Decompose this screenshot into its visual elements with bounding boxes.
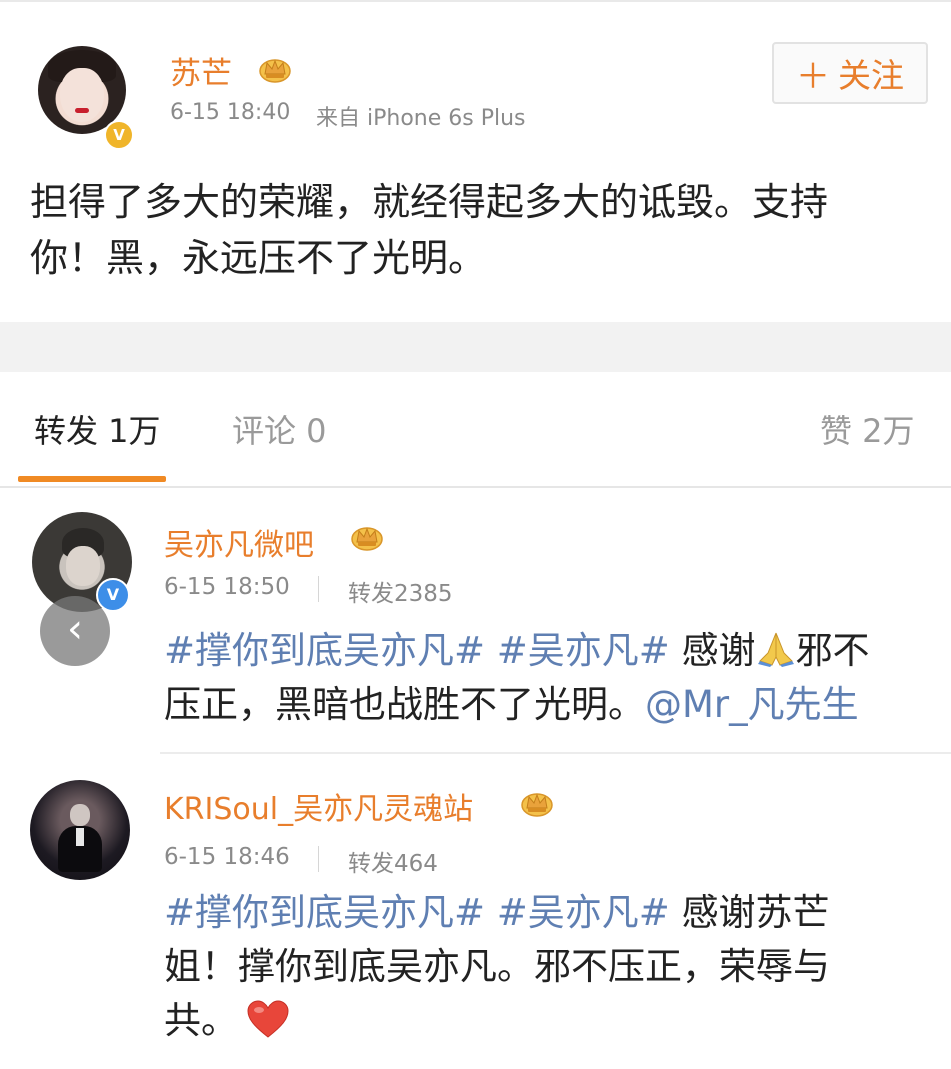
crown-badge-icon <box>351 527 383 551</box>
tab-reposts[interactable]: 转发 1万 <box>34 406 161 452</box>
repost-text: 感谢 <box>681 629 756 672</box>
active-tab-indicator <box>18 476 166 482</box>
post-body-line: 你！黑，永远压不了光明。 <box>30 236 487 280</box>
follow-button[interactable]: ＋ 关注 <box>772 42 928 104</box>
repost-body-line: #撑你到底吴亦凡# #吴亦凡# 感谢苏芒 <box>164 886 924 940</box>
repost-count: 转发464 <box>348 851 438 877</box>
meta-separator <box>318 576 319 602</box>
hashtag-link[interactable]: #吴亦凡# <box>497 891 670 934</box>
repost-count: 转发2385 <box>348 581 453 607</box>
repost-text: 共。 <box>164 999 238 1042</box>
repost-body-line: #撑你到底吴亦凡# #吴亦凡# 感谢 邪不 <box>164 624 924 678</box>
mention-link[interactable]: @Mr_凡先生 <box>645 683 859 726</box>
engagement-tabs: 转发 1万 评论 0 赞 2万 <box>0 372 951 488</box>
tab-comments[interactable]: 评论 0 <box>232 406 327 452</box>
reposter-username[interactable]: KRISoul_吴亦凡灵魂站 <box>164 784 473 828</box>
repost-timestamp: 6-15 18:50 <box>164 574 290 600</box>
repost-item: KRISoul_吴亦凡灵魂站 6-15 18:46 转发464 #撑你到底吴亦凡… <box>0 756 951 1069</box>
repost-timestamp: 6-15 18:46 <box>164 844 290 870</box>
heart-emoji-icon <box>247 1000 289 1038</box>
follow-label: 关注 <box>838 56 904 95</box>
post-body: 担得了多大的荣耀，就经得起多大的诋毁。支持 你！黑，永远压不了光明。 <box>30 174 910 286</box>
meta-separator <box>318 846 319 872</box>
hashtag-link[interactable]: #吴亦凡# <box>497 629 670 672</box>
crown-badge-icon <box>521 793 553 817</box>
repost-body-line: 姐！撑你到底吴亦凡。邪不压正，荣辱与 <box>164 945 830 988</box>
avatar-face <box>70 804 90 826</box>
repost-body-line: 共。 <box>164 994 924 1048</box>
repost-text: 邪不 <box>795 629 870 672</box>
plus-icon: ＋ <box>796 56 830 97</box>
repost-body-line: 压正，黑暗也战胜不了光明。@Mr_凡先生 <box>164 678 924 732</box>
repost-body: #撑你到底吴亦凡# #吴亦凡# 感谢苏芒 姐！撑你到底吴亦凡。邪不压正，荣辱与 … <box>164 886 924 1048</box>
original-post: V 苏芒 6-15 18:40 来自 iPhone 6s Plus ＋ 关注 担… <box>0 0 951 324</box>
repost-text: 压正，黑暗也战胜不了光明。 <box>164 683 645 726</box>
repost-body: #撑你到底吴亦凡# #吴亦凡# 感谢 邪不 压正，黑暗也战胜不了光明。@Mr_凡… <box>164 624 924 732</box>
post-source: 来自 iPhone 6s Plus <box>316 106 526 131</box>
reposter-username[interactable]: 吴亦凡微吧 <box>164 520 314 564</box>
crown-badge-icon <box>259 59 291 83</box>
back-chevron-icon: ‹ <box>67 606 83 652</box>
avatar-face <box>66 546 100 586</box>
avatar-lips <box>75 108 89 113</box>
post-timestamp: 6-15 18:40 <box>170 100 291 125</box>
post-body-line: 担得了多大的荣耀，就经得起多大的诋毁。支持 <box>30 180 829 224</box>
divider <box>160 752 951 754</box>
tab-likes[interactable]: 赞 2万 <box>820 406 915 452</box>
avatar-face <box>60 68 104 122</box>
repost-text: 感谢苏芒 <box>681 891 830 934</box>
avatar-shirt <box>76 828 84 846</box>
verified-v-icon: V <box>104 120 134 150</box>
poster-username[interactable]: 苏芒 <box>170 48 232 93</box>
section-gap <box>0 322 951 372</box>
pray-emoji-icon <box>757 632 794 667</box>
hashtag-link[interactable]: #撑你到底吴亦凡# <box>164 891 485 934</box>
reposter-avatar[interactable] <box>30 780 130 880</box>
repost-item: V 吴亦凡微吧 6-15 18:50 转发2385 #撑你到底吴亦凡# #吴亦凡… <box>0 488 951 750</box>
hashtag-link[interactable]: #撑你到底吴亦凡# <box>164 629 485 672</box>
back-button[interactable]: ‹ <box>40 596 110 666</box>
